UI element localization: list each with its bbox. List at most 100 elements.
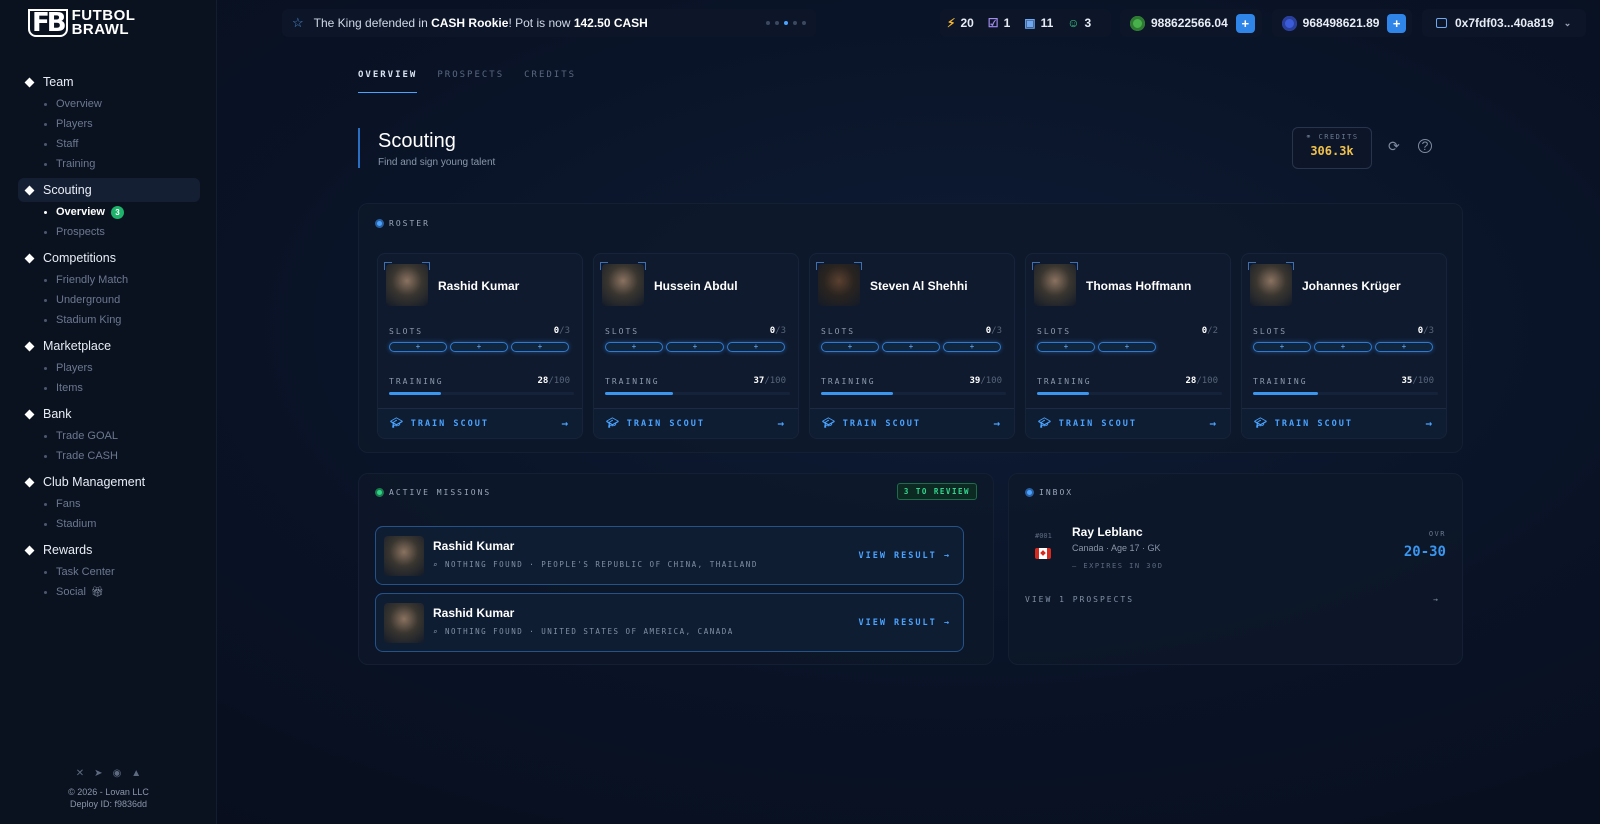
scout-card[interactable]: Rashid Kumar SLOTS 0/3 + + + TRAINING 28/100 🎓︎ T… (377, 253, 583, 439)
view-result-button[interactable]: VIEW RESULT → (858, 551, 951, 561)
missions-label: ACTIVE MISSIONS (375, 488, 491, 497)
empty-slot[interactable]: + (1037, 342, 1095, 352)
empty-slot[interactable]: + (1253, 342, 1311, 352)
x-icon[interactable]: ✕ (76, 768, 84, 780)
ticker-pagination[interactable] (766, 21, 806, 25)
sidebar-footer: ✕ ➤ ◉ ▲ © 2026 - Lovan LLC Deploy ID: f9… (0, 768, 217, 810)
arrow-right-icon: → (993, 417, 1002, 430)
scout-name: Rashid Kumar (438, 279, 520, 293)
tasks-stat[interactable]: ☑ 1 (988, 16, 1010, 30)
nav-scouting-overview[interactable]: Overview 3 (18, 202, 200, 222)
nav-fans[interactable]: Fans (18, 494, 200, 514)
tab-credits[interactable]: CREDITS (524, 70, 576, 93)
tab-overview[interactable]: OVERVIEW (358, 70, 418, 93)
gifts-stat[interactable]: ▣ 11 (1024, 16, 1053, 30)
telegram-icon[interactable]: ➤ (94, 768, 102, 780)
empty-slot[interactable]: + (605, 342, 663, 352)
train-scout-button[interactable]: 🎓︎ TRAIN SCOUT → (594, 408, 798, 438)
training-progress (389, 392, 574, 395)
ovr-value: 20-30 (1403, 544, 1446, 560)
mission-card[interactable]: Rashid Kumar ⌕ NOTHING FOUND · UNITED ST… (375, 593, 964, 652)
nav-trade-goal[interactable]: Trade GOAL (18, 426, 200, 446)
view-prospects-link[interactable]: VIEW 1 PROSPECTS → (1025, 595, 1440, 604)
help-icon[interactable]: ? (1418, 139, 1432, 153)
empty-slot[interactable]: + (821, 342, 879, 352)
training-value: 28/100 (537, 376, 570, 386)
empty-slot[interactable]: + (511, 342, 569, 352)
train-scout-button[interactable]: 🎓︎ TRAIN SCOUT → (810, 408, 1014, 438)
empty-slot[interactable]: + (943, 342, 1001, 352)
prospect-name[interactable]: Ray Leblanc (1072, 525, 1143, 539)
roster-label: ROSTER (375, 219, 430, 228)
lightning-icon: ⚡︎ (947, 16, 956, 30)
nav-market-items[interactable]: Items (18, 378, 200, 398)
scout-card[interactable]: Johannes Krüger SLOTS 0/3 + + + TRAINING 35/100… (1241, 253, 1447, 439)
training-label: TRAINING (1253, 377, 1308, 386)
logo[interactable]: FB FUTBOL BRAWL (28, 8, 135, 37)
energy-stat[interactable]: ⚡︎ 20 (947, 16, 974, 30)
add-goal-button[interactable]: + (1235, 13, 1255, 33)
scout-card[interactable]: Thomas Hoffmann SLOTS 0/2 + + TRAINING 28/100 🎓… (1025, 253, 1231, 439)
slots-label: SLOTS (605, 327, 640, 336)
friends-stat[interactable]: ☺ 3 (1067, 16, 1091, 30)
training-label: TRAINING (1037, 377, 1092, 386)
status-dot-icon (375, 488, 384, 497)
slots-label: SLOTS (821, 327, 856, 336)
tab-prospects[interactable]: PROSPECTS (437, 70, 504, 93)
empty-slot[interactable]: + (666, 342, 724, 352)
empty-slot[interactable]: + (1375, 342, 1433, 352)
discord-icon[interactable]: ◉ (113, 768, 122, 780)
slot-list: + + (1037, 342, 1156, 352)
nav-friendly-match[interactable]: Friendly Match (18, 270, 200, 290)
news-ticker[interactable]: ☆ The King defended in CASH Rookie! Pot … (282, 9, 816, 37)
nav-scouting-prospects[interactable]: Prospects (18, 222, 200, 242)
empty-slot[interactable]: + (727, 342, 785, 352)
nav-trade-cash[interactable]: Trade CASH (18, 446, 200, 466)
credits-label: ⚭ CREDITS (1305, 133, 1359, 141)
nav-team-training[interactable]: Training (18, 154, 200, 174)
train-scout-button[interactable]: 🎓︎ TRAIN SCOUT → (378, 408, 582, 438)
mission-card[interactable]: Rashid Kumar ⌕ NOTHING FOUND · PEOPLE'S … (375, 526, 964, 585)
nav-bank[interactable]: Bank (18, 402, 200, 426)
mission-scout-name: Rashid Kumar (433, 606, 515, 620)
empty-slot[interactable]: + (1314, 342, 1372, 352)
nav-market-players[interactable]: Players (18, 358, 200, 378)
empty-slot[interactable]: + (389, 342, 447, 352)
nav-marketplace[interactable]: Marketplace (18, 334, 200, 358)
view-result-button[interactable]: VIEW RESULT → (858, 618, 951, 628)
scout-name: Thomas Hoffmann (1086, 279, 1192, 293)
nav-stadium-king[interactable]: Stadium King (18, 310, 200, 330)
slots-value: 0/2 (1201, 326, 1218, 336)
nav-rewards[interactable]: Rewards (18, 538, 200, 562)
diamond-icon (24, 477, 35, 487)
page-subtitle: Find and sign young talent (378, 157, 496, 168)
nav-team[interactable]: Team (18, 70, 200, 94)
credits-value: 306.3k (1310, 144, 1354, 158)
docs-icon[interactable]: ▲ (131, 768, 141, 780)
refresh-icon[interactable]: ⟳ (1388, 138, 1400, 155)
mission-scout-name: Rashid Kumar (433, 539, 515, 553)
nav-competitions[interactable]: Competitions (18, 246, 200, 270)
scout-card[interactable]: Hussein Abdul SLOTS 0/3 + + + TRAINING 37/100 🎓︎… (593, 253, 799, 439)
training-label: TRAINING (605, 377, 660, 386)
empty-slot[interactable]: + (1098, 342, 1156, 352)
nav-team-overview[interactable]: Overview (18, 94, 200, 114)
empty-slot[interactable]: + (882, 342, 940, 352)
nav-team-staff[interactable]: Staff (18, 134, 200, 154)
empty-slot[interactable]: + (450, 342, 508, 352)
nav-team-players[interactable]: Players (18, 114, 200, 134)
slots-value: 0/3 (553, 326, 570, 336)
wallet-dropdown[interactable]: 0x7fdf03...40a819 ⌄ (1422, 9, 1586, 37)
scout-card[interactable]: Steven Al Shehhi SLOTS 0/3 + + + TRAINING 39/10… (809, 253, 1015, 439)
train-scout-button[interactable]: 🎓︎ TRAIN SCOUT → (1026, 408, 1230, 438)
nav-club-management[interactable]: Club Management (18, 470, 200, 494)
add-cash-button[interactable]: + (1387, 13, 1406, 33)
train-scout-button[interactable]: 🎓︎ TRAIN SCOUT → (1242, 408, 1446, 438)
nav-stadium[interactable]: Stadium (18, 514, 200, 534)
nav-underground[interactable]: Underground (18, 290, 200, 310)
ovr-label: OVR (1428, 530, 1446, 538)
nav-social[interactable]: Social 🎁︎ (18, 582, 200, 602)
nav-scouting[interactable]: Scouting (18, 178, 200, 202)
nav-task-center[interactable]: Task Center (18, 562, 200, 582)
search-icon: ⌕ (433, 560, 446, 569)
